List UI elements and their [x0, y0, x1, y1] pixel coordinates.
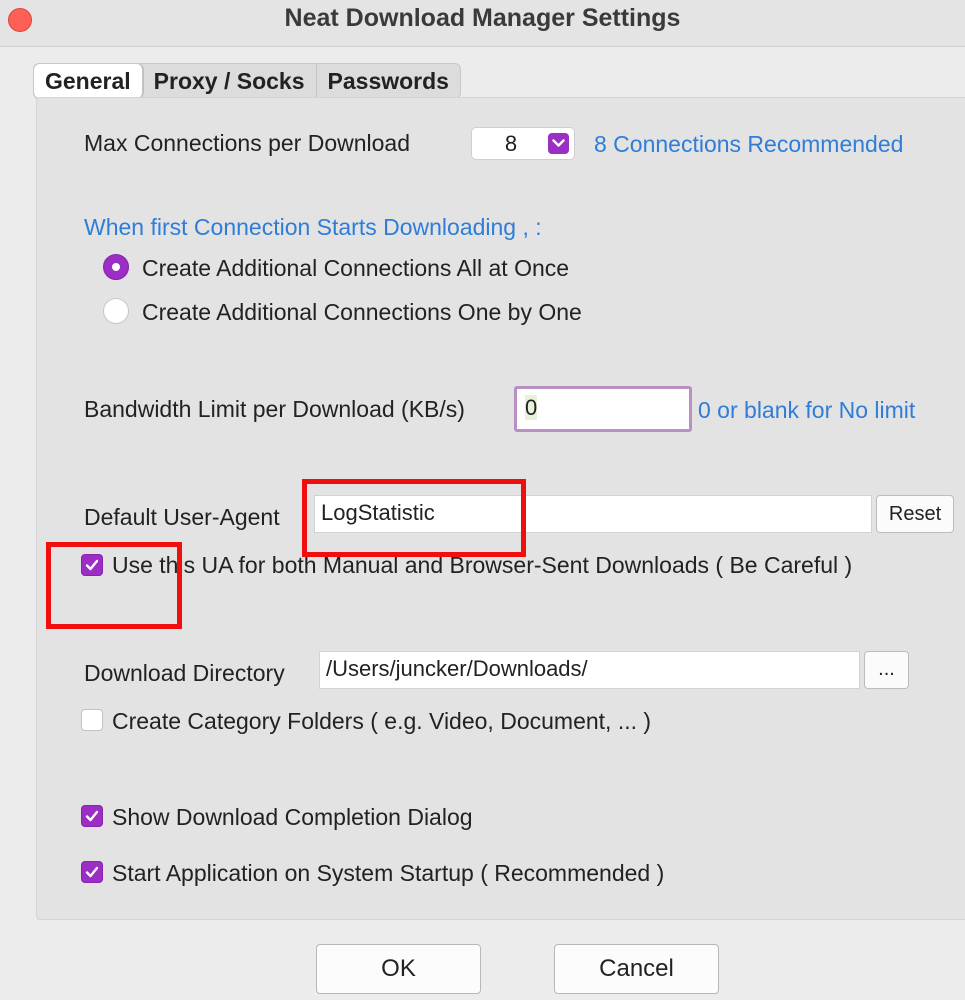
startup-checkbox[interactable]	[81, 861, 103, 883]
category-folders-label: Create Category Folders ( e.g. Video, Do…	[112, 708, 652, 734]
tab-general[interactable]: General	[34, 64, 143, 98]
checkmark-icon	[85, 866, 99, 878]
bandwidth-label: Bandwidth Limit per Download (KB/s)	[84, 396, 465, 422]
reset-button[interactable]: Reset	[876, 495, 954, 533]
startup-label: Start Application on System Startup ( Re…	[112, 860, 665, 886]
radio-all-at-once-label: Create Additional Connections All at Onc…	[142, 255, 570, 281]
download-directory-label: Download Directory	[84, 660, 285, 686]
annotation-box-user-agent	[302, 479, 526, 557]
title-bar: Neat Download Manager Settings	[0, 0, 965, 47]
chevron-down-icon	[548, 133, 569, 154]
max-connections-label: Max Connections per Download	[84, 130, 411, 156]
bandwidth-value: 0	[525, 395, 538, 420]
max-connections-hint: 8 Connections Recommended	[594, 131, 904, 157]
completion-dialog-label: Show Download Completion Dialog	[112, 804, 473, 830]
annotation-box-use-ua-checkbox	[46, 542, 182, 629]
radio-one-by-one[interactable]	[103, 298, 129, 324]
window-title: Neat Download Manager Settings	[284, 4, 681, 32]
bandwidth-hint: 0 or blank for No limit	[698, 397, 916, 423]
user-agent-label: Default User-Agent	[84, 504, 280, 530]
tab-passwords[interactable]: Passwords	[317, 64, 460, 98]
first-connection-heading: When first Connection Starts Downloading…	[84, 214, 542, 240]
ok-button[interactable]: OK	[316, 944, 481, 994]
radio-all-at-once[interactable]	[103, 254, 129, 280]
max-connections-value: 8	[504, 131, 518, 156]
bandwidth-input[interactable]: 0	[514, 386, 692, 432]
completion-dialog-checkbox[interactable]	[81, 805, 103, 827]
cancel-button[interactable]: Cancel	[554, 944, 719, 994]
max-connections-select[interactable]: 8	[471, 127, 575, 160]
tab-proxy-socks[interactable]: Proxy / Socks	[143, 64, 317, 98]
checkmark-icon	[85, 810, 99, 822]
settings-window: Neat Download Manager Settings General P…	[0, 0, 965, 1000]
download-directory-input[interactable]: /Users/juncker/Downloads/	[319, 651, 860, 689]
browse-directory-button[interactable]: ...	[864, 651, 909, 689]
category-folders-checkbox[interactable]	[81, 709, 103, 731]
tab-bar: General Proxy / Socks Passwords	[33, 63, 461, 99]
radio-one-by-one-label: Create Additional Connections One by One	[142, 299, 582, 325]
